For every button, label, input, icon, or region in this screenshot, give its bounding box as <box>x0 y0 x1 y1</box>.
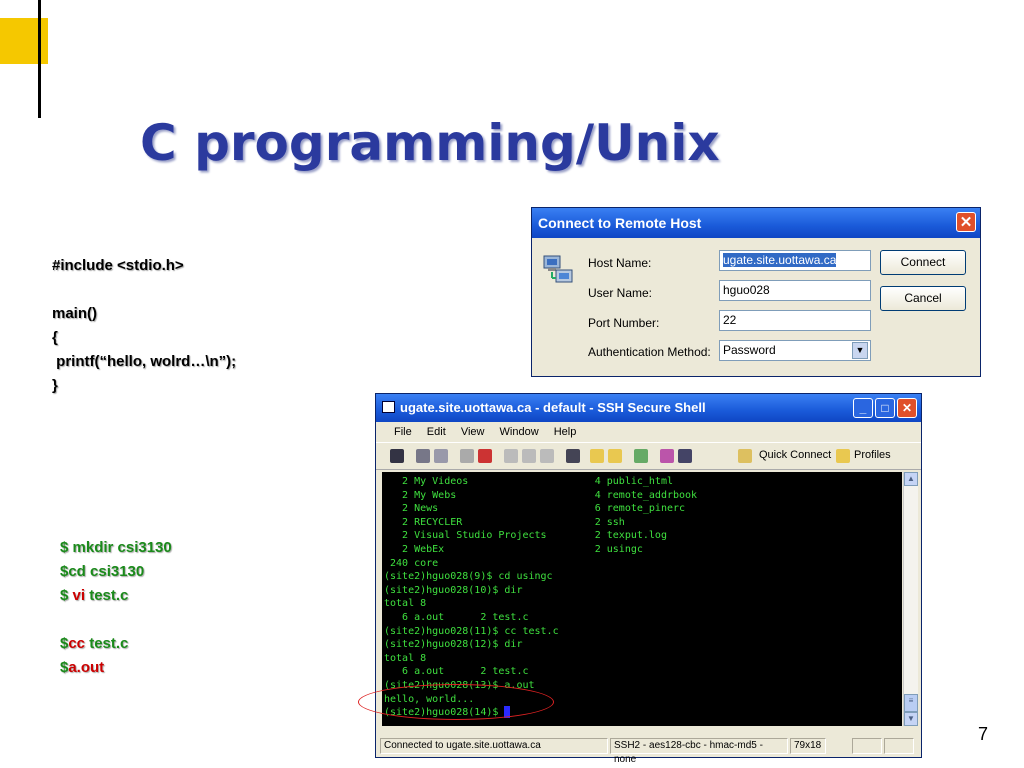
menu-bar: File Edit View Window Help <box>376 422 921 443</box>
close-icon[interactable]: ✕ <box>897 398 917 418</box>
c-code-block: #include <stdio.h> main() { printf(“hell… <box>52 254 236 398</box>
connect-button[interactable]: Connect <box>880 250 966 275</box>
terminal-line: total 8 <box>384 598 427 610</box>
print-preview-icon[interactable] <box>434 449 448 463</box>
menu-help[interactable]: Help <box>554 426 577 438</box>
menu-file[interactable]: File <box>394 426 412 438</box>
terminal-line: (site2)hguo028(12)$ dir <box>384 639 523 651</box>
terminal-line: total 8 <box>384 652 427 664</box>
folder-icon[interactable] <box>836 449 850 463</box>
status-cipher: SSH2 - aes128-cbc - hmac-md5 - none <box>610 738 788 765</box>
command-mkdir: $ mkdir csi3130 <box>60 539 172 556</box>
status-size: 79x18 <box>790 738 826 754</box>
code-line: #include <stdio.h> <box>52 257 184 274</box>
toolbar: Quick Connect Profiles <box>376 443 921 470</box>
connect-dialog: Connect to Remote Host ✕ Host Name: ugat… <box>531 207 981 377</box>
paste-select-icon[interactable] <box>540 449 554 463</box>
terminal-line: 6 a.out 2 test.c <box>384 611 529 623</box>
highlight-ellipse <box>358 684 554 720</box>
new-file-transfer-icon[interactable] <box>608 449 622 463</box>
port-number-field[interactable]: 22 <box>719 310 871 331</box>
command-cd: $cd csi3130 <box>60 563 145 580</box>
scroll-thumb[interactable]: ≡ <box>904 694 918 712</box>
status-activity-icon <box>852 738 882 754</box>
code-line: } <box>52 377 58 394</box>
resize-grip-icon[interactable] <box>884 738 914 754</box>
host-name-field[interactable]: ugate.site.uottawa.ca <box>719 250 871 271</box>
find-icon[interactable] <box>566 449 580 463</box>
auth-method-select[interactable]: Password ▼ <box>719 340 871 361</box>
terminal-line: (site2)hguo028(11)$ cc test.c <box>384 625 559 637</box>
command-name: a.out <box>68 659 105 676</box>
dialog-titlebar: Connect to Remote Host ✕ <box>532 208 980 238</box>
code-line: { <box>52 329 58 346</box>
shield-icon[interactable] <box>660 449 674 463</box>
terminal-line: 2 News 6 remote_pinerc <box>384 503 686 515</box>
terminal-line: 6 a.out 2 test.c <box>384 666 529 678</box>
status-connected: Connected to ugate.site.uottawa.ca <box>380 738 608 754</box>
quick-connect-button[interactable]: Quick Connect <box>759 449 831 461</box>
close-icon[interactable]: ✕ <box>956 212 976 232</box>
terminal-line: (site2)hguo028(10)$ dir <box>384 584 523 596</box>
profiles-button[interactable]: Profiles <box>854 449 891 461</box>
command-name: vi <box>72 587 86 604</box>
ssh-titlebar: ugate.site.uottawa.ca - default - SSH Se… <box>376 394 921 422</box>
host-name-label: Host Name: <box>588 256 652 270</box>
terminal-line: 240 core <box>384 557 439 569</box>
user-name-label: User Name: <box>588 286 653 300</box>
command-blank <box>60 608 172 632</box>
ssh-window-title: ugate.site.uottawa.ca - default - SSH Se… <box>400 400 706 415</box>
disconnect-icon[interactable] <box>460 449 474 463</box>
status-bar: Connected to ugate.site.uottawa.ca SSH2 … <box>380 737 918 765</box>
port-number-label: Port Number: <box>588 316 660 330</box>
code-line: main() <box>52 305 97 322</box>
accent-line <box>38 0 41 118</box>
terminal-icon <box>382 401 395 413</box>
unix-commands: $ mkdir csi3130 $cd csi3130 $ vi test.c … <box>60 536 172 680</box>
menu-view[interactable]: View <box>461 426 485 438</box>
settings-gear-icon[interactable] <box>634 449 648 463</box>
command-arg: test.c <box>85 587 129 604</box>
settings-icon[interactable] <box>478 449 492 463</box>
terminal-line: 2 Visual Studio Projects 2 texput.log <box>384 530 667 542</box>
save-icon[interactable] <box>390 449 404 463</box>
menu-window[interactable]: Window <box>500 426 539 438</box>
paste-icon[interactable] <box>522 449 536 463</box>
command-arg: test.c <box>85 635 129 652</box>
network-computers-icon <box>543 255 573 283</box>
command-name: cc <box>68 635 86 652</box>
minimize-icon[interactable]: _ <box>853 398 873 418</box>
terminal-line: (site2)hguo028(9)$ cd usingc <box>384 571 553 583</box>
terminal-scrollbar[interactable]: ▲ ≡ ▼ <box>903 472 918 726</box>
scroll-down-icon[interactable]: ▼ <box>904 712 918 726</box>
command-cc: $cc test.c <box>60 632 172 656</box>
command-vi: $ vi test.c <box>60 584 172 608</box>
host-name-value: ugate.site.uottawa.ca <box>723 253 837 267</box>
dialog-title: Connect to Remote Host <box>538 215 702 231</box>
command-run: $a.out <box>60 656 172 680</box>
command-prefix: $ <box>60 587 73 604</box>
auth-method-label: Authentication Method: <box>588 345 711 359</box>
chevron-down-icon[interactable]: ▼ <box>852 342 868 359</box>
menu-edit[interactable]: Edit <box>427 426 446 438</box>
code-line: printf(“hello, wolrd…\n”); <box>52 353 237 370</box>
page-number: 7 <box>978 724 989 744</box>
scroll-up-icon[interactable]: ▲ <box>904 472 918 486</box>
auth-method-value: Password <box>723 343 776 357</box>
maximize-icon[interactable]: □ <box>875 398 895 418</box>
print-icon[interactable] <box>416 449 430 463</box>
terminal-line: 2 My Videos 4 public_html <box>384 476 673 487</box>
terminal-line: 2 WebEx 2 usingc <box>384 543 643 555</box>
terminal-line: 2 My Webs 4 remote_addrbook <box>384 489 698 501</box>
help-icon[interactable] <box>678 449 692 463</box>
terminal-line: 2 RECYCLER 2 ssh <box>384 516 625 528</box>
user-name-field[interactable]: hguo028 <box>719 280 871 301</box>
copy-icon[interactable] <box>504 449 518 463</box>
new-terminal-icon[interactable] <box>590 449 604 463</box>
quick-connect-icon[interactable] <box>738 449 752 463</box>
cancel-button[interactable]: Cancel <box>880 286 966 311</box>
slide-title: C programming/Unix <box>140 114 720 172</box>
